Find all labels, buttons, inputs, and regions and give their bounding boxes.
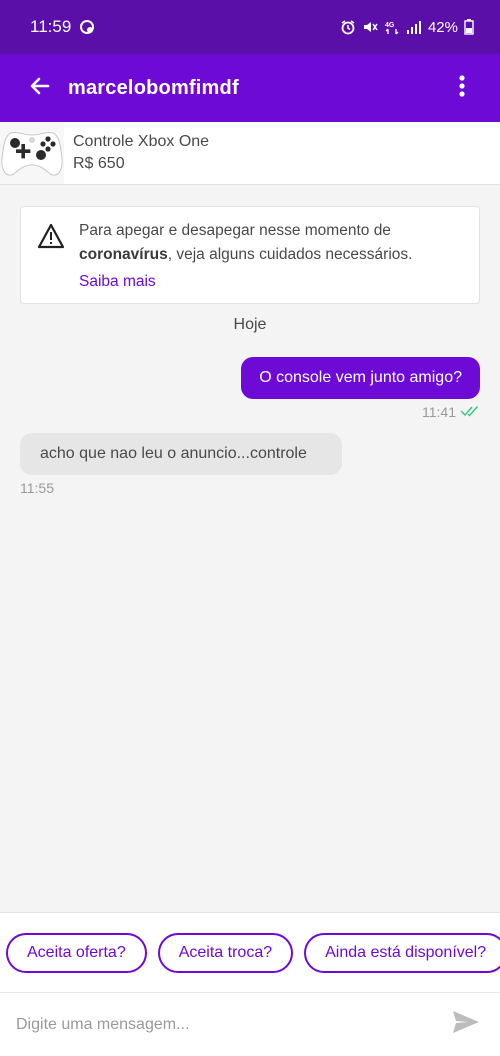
4g-icon: 4G bbox=[384, 19, 400, 35]
double-check-icon bbox=[460, 404, 480, 420]
incoming-message-time: 11:55 bbox=[20, 480, 54, 496]
notice-text-after: , veja alguns cuidados necessários. bbox=[167, 246, 413, 263]
status-bar: 11:59 4G 42% bbox=[0, 0, 500, 54]
day-separator: Hoje bbox=[233, 316, 267, 333]
notice-text-before: Para apegar e desapegar nesse momento de bbox=[79, 222, 391, 239]
incoming-message[interactable]: acho que nao leu o anuncio...controle bbox=[20, 433, 342, 475]
back-button[interactable] bbox=[20, 68, 60, 108]
message-input[interactable] bbox=[16, 1015, 446, 1034]
quick-replies-bar: Aceita oferta? Aceita troca? Ainda está … bbox=[0, 912, 500, 992]
product-name: Controle Xbox One bbox=[73, 133, 210, 150]
warning-icon bbox=[37, 219, 65, 303]
alarm-icon bbox=[340, 19, 356, 35]
status-time: 11:59 bbox=[30, 17, 72, 36]
mute-icon bbox=[362, 19, 378, 35]
contact-name[interactable]: marcelobomfimdf bbox=[68, 77, 239, 100]
product-price: R$ 650 bbox=[73, 155, 125, 172]
coronavirus-notice: Para apegar e desapegar nesse momento de… bbox=[20, 206, 480, 304]
outgoing-message[interactable]: O console vem junto amigo? bbox=[241, 357, 480, 399]
svg-text:4G: 4G bbox=[385, 22, 395, 29]
xbox-controller-image bbox=[1, 131, 63, 176]
more-options-button[interactable] bbox=[444, 68, 480, 108]
product-thumbnail bbox=[0, 122, 64, 184]
chat-header: marcelobomfimdf bbox=[0, 54, 500, 122]
quick-reply-chip[interactable]: Aceita oferta? bbox=[6, 933, 147, 973]
battery-icon bbox=[464, 19, 480, 35]
data-saver-icon bbox=[79, 19, 95, 35]
product-info: Controle Xbox One R$ 650 bbox=[73, 133, 209, 173]
notice-text: Para apegar e desapegar nesse momento de… bbox=[79, 219, 465, 267]
more-vert-icon bbox=[459, 74, 465, 102]
quick-replies-row: Aceita oferta? Aceita troca? Ainda está … bbox=[6, 933, 500, 973]
saiba-mais-link[interactable]: Saiba mais bbox=[79, 273, 156, 291]
quick-reply-chip[interactable]: Aceita troca? bbox=[157, 933, 294, 973]
status-left: 11:59 bbox=[30, 17, 95, 37]
outgoing-message-meta: 11:41 bbox=[422, 404, 480, 420]
notice-text-bold: coronavírus bbox=[79, 246, 168, 263]
send-icon bbox=[452, 1010, 480, 1039]
message-composer bbox=[0, 992, 500, 1056]
battery-percent: 42% bbox=[427, 18, 458, 36]
send-button[interactable] bbox=[446, 1005, 486, 1045]
quick-reply-chip[interactable]: Ainda está disponível? bbox=[304, 933, 500, 973]
product-summary[interactable]: Controle Xbox One R$ 650 bbox=[0, 122, 500, 185]
notice-body: Para apegar e desapegar nesse momento de… bbox=[79, 219, 465, 303]
arrow-left-icon bbox=[28, 74, 52, 103]
status-right: 4G 42% bbox=[340, 19, 480, 36]
signal-icon bbox=[406, 19, 422, 35]
outgoing-message-time: 11:41 bbox=[422, 404, 456, 420]
